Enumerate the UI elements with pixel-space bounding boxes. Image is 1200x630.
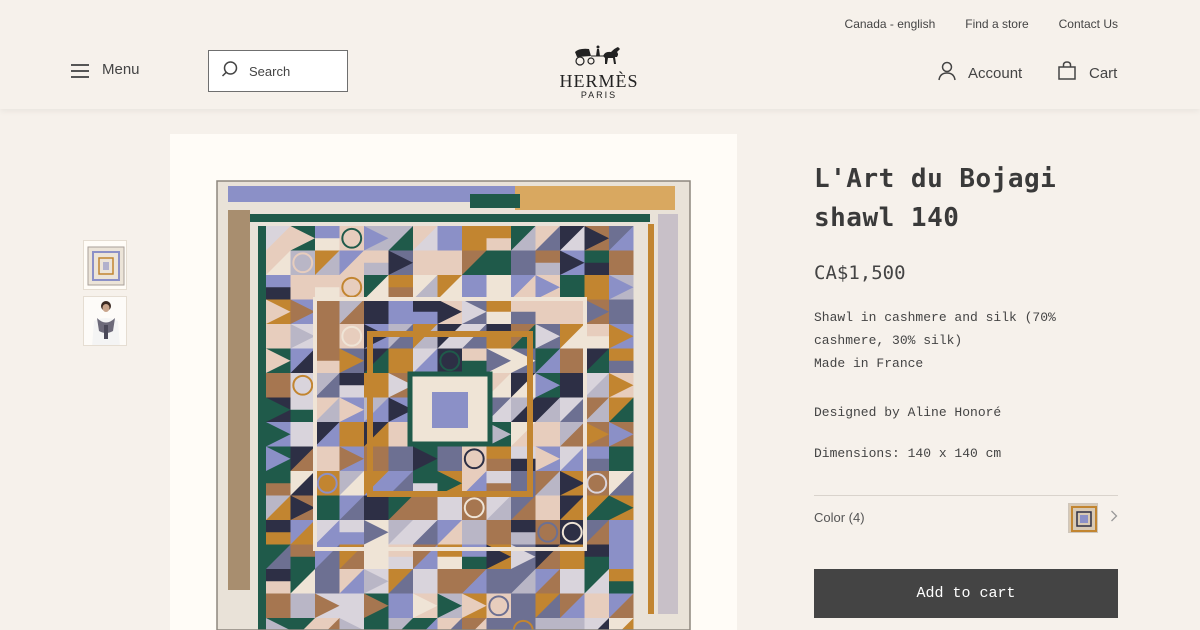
product-image[interactable] <box>170 134 737 630</box>
search-icon <box>221 60 239 83</box>
horse-carriage-logo <box>575 45 620 66</box>
description-line: Made in France <box>814 356 924 371</box>
product-price: CA$1,500 <box>814 262 906 284</box>
logo-city: PARIS <box>580 90 618 100</box>
description-line: Shawl in cashmere and silk (70% <box>814 310 1056 325</box>
account-button[interactable]: Account <box>938 61 1022 86</box>
find-store-link[interactable]: Find a store <box>965 17 1028 31</box>
cart-button[interactable]: Cart <box>1058 61 1117 85</box>
description-line: cashmere, 30% silk) <box>814 333 963 348</box>
logo-brand: HERMÈS <box>559 71 639 91</box>
locale-link[interactable]: Canada - english <box>845 17 936 31</box>
product-info: L'Art du Bojagi shawl 140 CA$1,500 Shawl… <box>814 160 1118 461</box>
utility-nav: Canada - english Find a store Contact Us <box>845 17 1118 31</box>
color-selector[interactable]: Color (4) <box>814 495 1118 539</box>
scarf-flat-thumbnail[interactable] <box>83 240 127 290</box>
contact-link[interactable]: Contact Us <box>1059 17 1118 31</box>
person-icon <box>938 61 956 86</box>
color-selector-right <box>1068 502 1118 533</box>
product-dimensions: Dimensions: 140 x 140 cm <box>814 446 1002 461</box>
thumbnail-list <box>83 240 127 346</box>
search-box[interactable] <box>208 50 348 92</box>
search-input[interactable] <box>249 63 339 79</box>
shopping-bag-icon <box>1058 61 1076 85</box>
product-designer: Designed by Aline Honoré <box>814 405 1002 420</box>
product-title: L'Art du Bojagi shawl 140 <box>814 164 1057 233</box>
cart-label: Cart <box>1089 64 1118 82</box>
scarf-pattern-image <box>216 180 691 630</box>
product-description: Shawl in cashmere and silk (70% cashmere… <box>814 306 1118 375</box>
color-swatch[interactable] <box>1068 502 1098 533</box>
add-to-cart-button[interactable]: Add to cart <box>814 569 1118 618</box>
hermes-logo[interactable]: HERMÈS PARIS <box>553 44 645 101</box>
site-header: Canada - english Find a store Contact Us… <box>0 0 1200 109</box>
menu-button[interactable]: Menu <box>71 61 140 78</box>
menu-label: Menu <box>102 61 140 78</box>
chevron-right-icon <box>1110 509 1118 527</box>
color-label: Color (4) <box>814 510 865 525</box>
hamburger-icon <box>71 63 89 78</box>
scarf-worn-thumbnail[interactable] <box>83 296 127 346</box>
account-label: Account <box>968 65 1023 82</box>
